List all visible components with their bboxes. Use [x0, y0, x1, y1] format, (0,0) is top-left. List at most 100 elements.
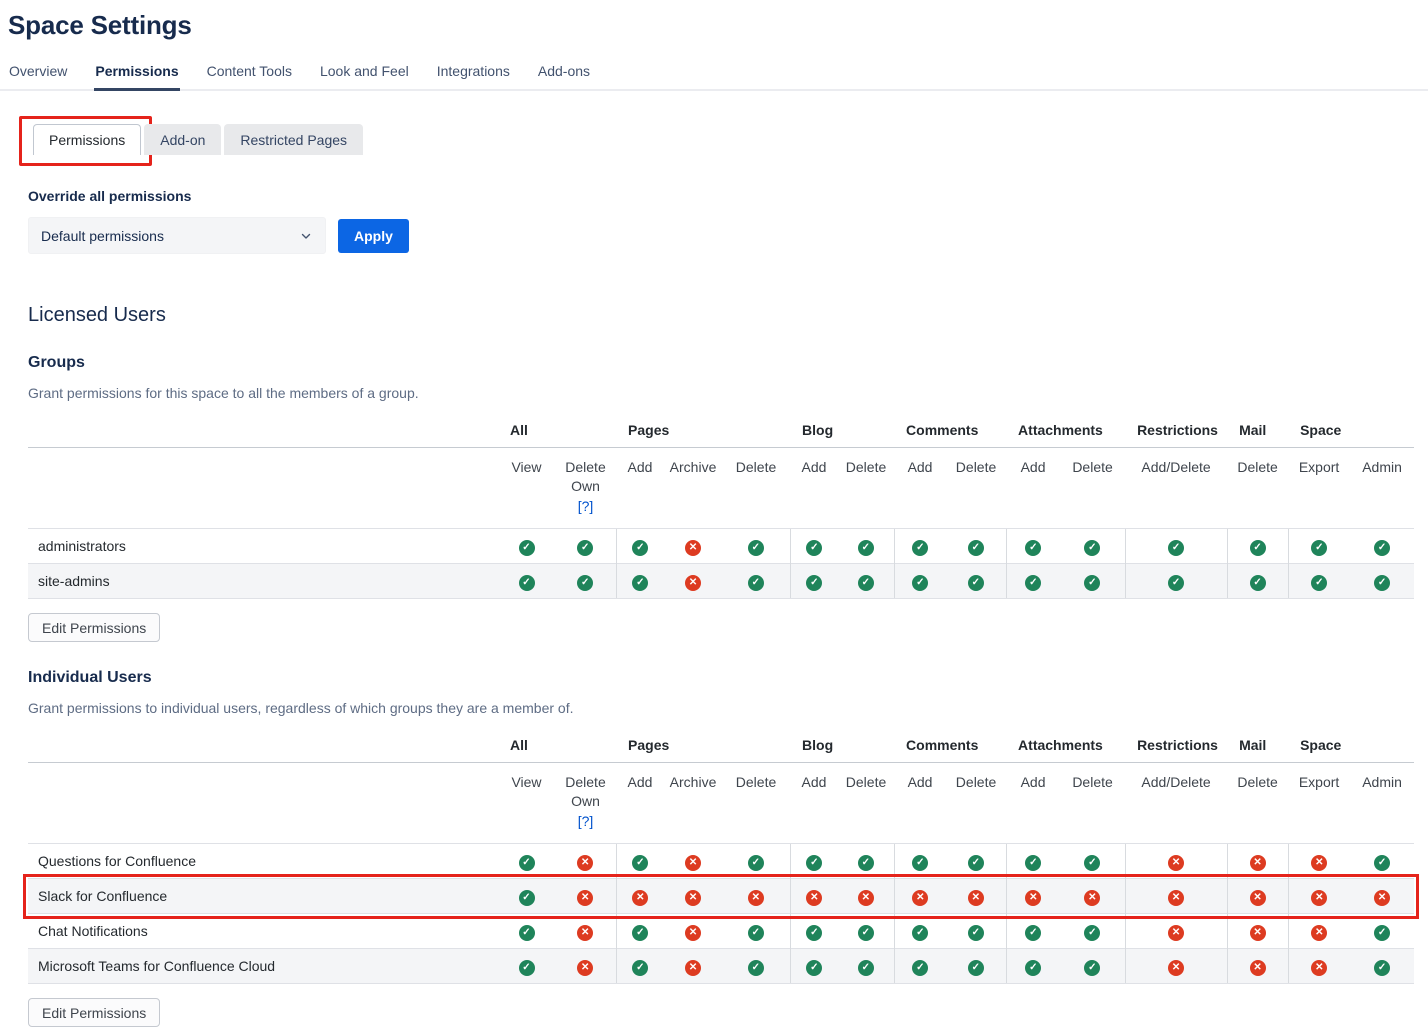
groups-description: Grant permissions for this space to all … — [28, 385, 1414, 401]
permission-cell: ✓ — [1060, 914, 1125, 949]
permission-cell: ✓ — [498, 564, 555, 599]
tab-permissions[interactable]: Permissions — [33, 124, 141, 155]
granted-check-icon: ✓ — [1084, 960, 1100, 976]
name-column-header — [28, 416, 498, 448]
table-row-microsoft-teams-for-confluence-cloud: Microsoft Teams for Confluence Cloud✓✕✓✕… — [28, 949, 1414, 984]
granted-check-icon: ✓ — [806, 855, 822, 871]
column-header-delete-own-1: Delete Own[?] — [555, 763, 616, 844]
permission-cell: ✓ — [1060, 529, 1125, 564]
granted-check-icon: ✓ — [912, 855, 928, 871]
granted-check-icon: ✓ — [1374, 575, 1390, 591]
granted-check-icon: ✓ — [858, 925, 874, 941]
denied-cross-icon: ✕ — [806, 890, 822, 906]
table-row-slack-for-confluence: Slack for Confluence✓✕✕✕✕✕✕✕✕✕✕✕✕✕✕ — [28, 879, 1414, 914]
nav-item-integrations[interactable]: Integrations — [436, 61, 511, 89]
override-controls: Default permissions Apply — [28, 217, 1414, 254]
tab-add-on[interactable]: Add-on — [144, 124, 221, 155]
permission-cell: ✓ — [790, 844, 838, 879]
permission-cell: ✓ — [1006, 949, 1060, 984]
permission-cell: ✕ — [1227, 949, 1288, 984]
granted-check-icon: ✓ — [1374, 925, 1390, 941]
column-header-view-0: View — [498, 448, 555, 529]
row-name: Questions for Confluence — [28, 844, 498, 879]
nav-item-add-ons[interactable]: Add-ons — [537, 61, 591, 89]
granted-check-icon: ✓ — [912, 540, 928, 556]
granted-check-icon: ✓ — [858, 855, 874, 871]
granted-check-icon: ✓ — [912, 575, 928, 591]
granted-check-icon: ✓ — [1025, 960, 1041, 976]
nav-item-permissions[interactable]: Permissions — [94, 61, 179, 91]
denied-cross-icon: ✕ — [1168, 890, 1184, 906]
permissions-dropdown[interactable]: Default permissions — [28, 217, 326, 254]
permission-cell: ✓ — [722, 844, 790, 879]
column-header-view-0: View — [498, 763, 555, 844]
granted-check-icon: ✓ — [968, 575, 984, 591]
column-group-space: Space — [1288, 416, 1414, 448]
permission-cell: ✓ — [790, 529, 838, 564]
denied-cross-icon: ✕ — [1025, 890, 1041, 906]
permission-cell: ✕ — [1125, 914, 1227, 949]
denied-cross-icon: ✕ — [632, 890, 648, 906]
column-header-add-9: Add — [1006, 448, 1060, 529]
table-row-chat-notifications: Chat Notifications✓✕✓✕✓✓✓✓✓✓✓✕✕✕✓ — [28, 914, 1414, 949]
permission-cell: ✓ — [498, 949, 555, 984]
column-group-attachments: Attachments — [1006, 416, 1125, 448]
column-header-admin-14: Admin — [1350, 448, 1414, 529]
nav-item-overview[interactable]: Overview — [8, 61, 68, 89]
permission-cell: ✓ — [1288, 564, 1350, 599]
column-header-delete-8: Delete — [946, 763, 1006, 844]
denied-cross-icon: ✕ — [1250, 960, 1266, 976]
permission-cell: ✕ — [664, 844, 722, 879]
permission-cell: ✕ — [1288, 879, 1350, 914]
granted-check-icon: ✓ — [519, 960, 535, 976]
individual-edit-permissions-button[interactable]: Edit Permissions — [28, 998, 160, 1027]
granted-check-icon: ✓ — [806, 925, 822, 941]
permission-cell: ✓ — [894, 949, 946, 984]
denied-cross-icon: ✕ — [1084, 890, 1100, 906]
denied-cross-icon: ✕ — [685, 925, 701, 941]
column-header-export-13: Export — [1288, 448, 1350, 529]
nav-item-look-and-feel[interactable]: Look and Feel — [319, 61, 410, 89]
granted-check-icon: ✓ — [806, 575, 822, 591]
column-group-mail: Mail — [1227, 416, 1288, 448]
name-column-header — [28, 731, 498, 763]
permission-cell: ✕ — [790, 879, 838, 914]
denied-cross-icon: ✕ — [577, 925, 593, 941]
denied-cross-icon: ✕ — [685, 575, 701, 591]
permission-cell: ✓ — [1350, 564, 1414, 599]
column-group-all: All — [498, 416, 616, 448]
permission-cell: ✓ — [1006, 529, 1060, 564]
granted-check-icon: ✓ — [748, 925, 764, 941]
column-group-mail: Mail — [1227, 731, 1288, 763]
granted-check-icon: ✓ — [632, 960, 648, 976]
column-header-add-7: Add — [894, 448, 946, 529]
granted-check-icon: ✓ — [519, 890, 535, 906]
column-group-comments: Comments — [894, 731, 1006, 763]
delete-own-help-link[interactable]: [?] — [557, 497, 614, 516]
denied-cross-icon: ✕ — [1250, 925, 1266, 941]
column-header-delete-10: Delete — [1060, 763, 1125, 844]
column-header-delete-10: Delete — [1060, 448, 1125, 529]
denied-cross-icon: ✕ — [1168, 855, 1184, 871]
permission-cell: ✓ — [790, 564, 838, 599]
nav-item-content-tools[interactable]: Content Tools — [206, 61, 293, 89]
permission-cell: ✓ — [498, 844, 555, 879]
column-group-comments: Comments — [894, 416, 1006, 448]
permission-cell: ✓ — [1125, 564, 1227, 599]
permission-cell: ✕ — [1006, 879, 1060, 914]
granted-check-icon: ✓ — [519, 540, 535, 556]
groups-edit-permissions-button[interactable]: Edit Permissions — [28, 613, 160, 642]
permission-cell: ✓ — [894, 914, 946, 949]
tab-restricted-pages[interactable]: Restricted Pages — [224, 124, 363, 155]
apply-button[interactable]: Apply — [338, 219, 409, 253]
permission-cell: ✕ — [555, 879, 616, 914]
column-header-add-7: Add — [894, 763, 946, 844]
denied-cross-icon: ✕ — [1311, 890, 1327, 906]
permission-cell: ✓ — [1350, 914, 1414, 949]
column-header-add-5: Add — [790, 448, 838, 529]
granted-check-icon: ✓ — [968, 540, 984, 556]
delete-own-help-link[interactable]: [?] — [557, 812, 614, 831]
permission-cell: ✕ — [664, 879, 722, 914]
permission-cell: ✓ — [1227, 564, 1288, 599]
permission-cell: ✕ — [1125, 949, 1227, 984]
